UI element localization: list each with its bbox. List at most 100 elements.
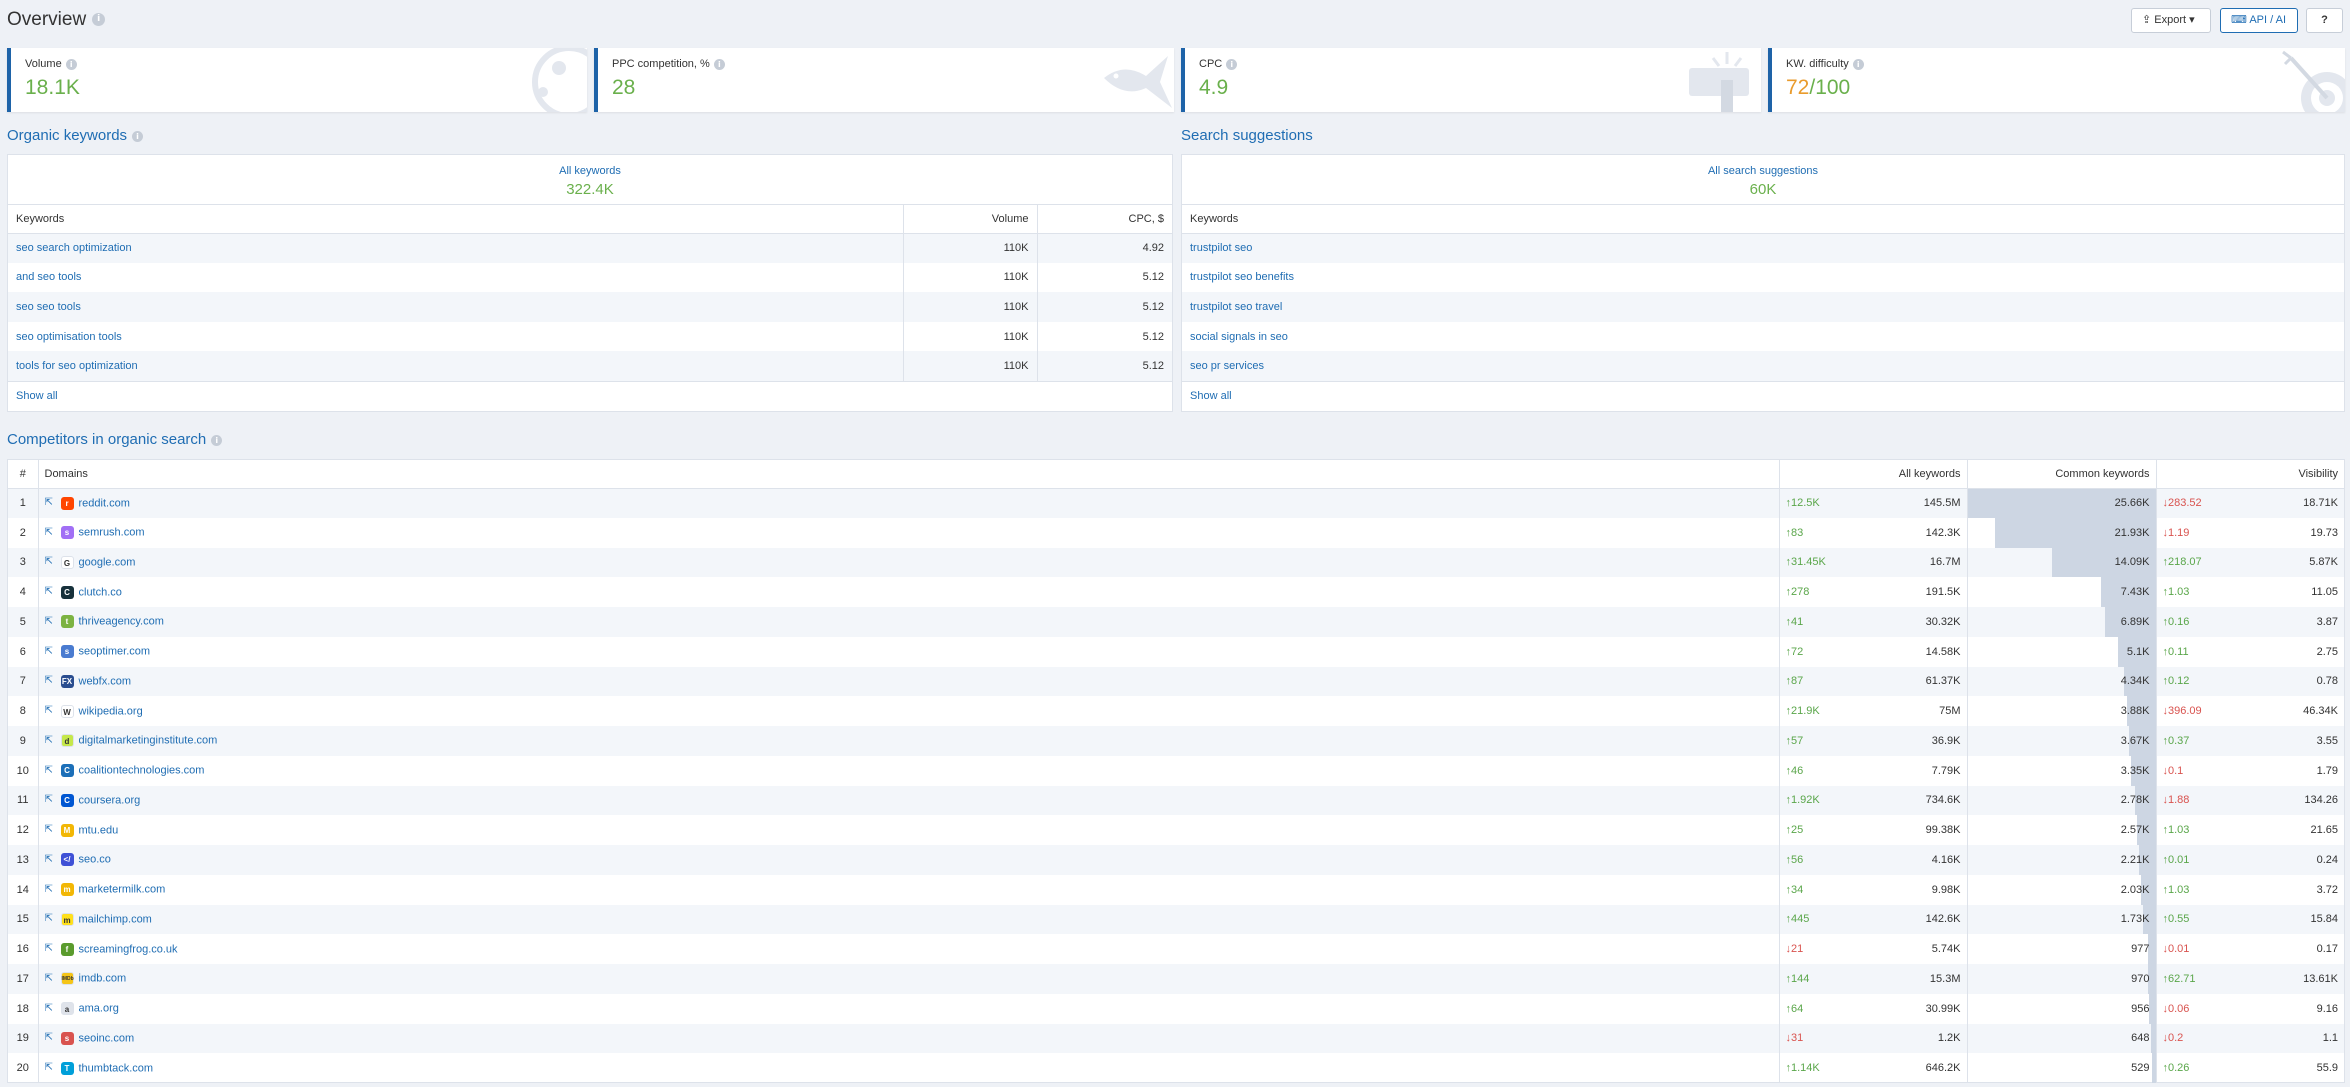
info-icon[interactable]: i	[65, 58, 77, 70]
suggestion-link[interactable]: trustpilot seo benefits	[1182, 263, 2344, 293]
domain-link[interactable]: webfx.com	[79, 675, 132, 687]
all-keywords-cell: 142.6K	[1849, 904, 1967, 935]
help-button[interactable]: ?	[2306, 8, 2343, 33]
table-row: seo optimisation tools 110K 5.12	[8, 321, 1172, 352]
domain-link[interactable]: clutch.co	[79, 586, 122, 598]
visibility-change: ↑1.03	[2155, 577, 2226, 607]
domain-link[interactable]: imdb.com	[79, 973, 127, 985]
all-keywords-link[interactable]: All keywords	[8, 165, 1172, 177]
external-link-icon[interactable]: ⇱	[45, 1063, 55, 1073]
suggestion-link[interactable]: social signals in seo	[1182, 322, 2344, 352]
external-link-icon[interactable]: ⇱	[45, 854, 55, 865]
all-keywords-cell: 15.3M	[1849, 964, 1967, 994]
favicon-icon: T	[60, 1061, 74, 1075]
external-link-icon[interactable]: ⇱	[45, 884, 55, 895]
domain-link[interactable]: coursera.org	[79, 794, 141, 806]
keywords-change-value: 12.5K	[1791, 497, 1820, 510]
domain-link[interactable]: google.com	[79, 556, 136, 568]
domain-link[interactable]: reddit.com	[79, 497, 130, 509]
all-suggestions-link[interactable]: All search suggestions	[1182, 165, 2344, 177]
keywords-change: ↑12.5K	[1778, 488, 1849, 518]
table-row: social signals in seo	[1182, 322, 2344, 352]
external-link-icon[interactable]: ⇱	[45, 1003, 55, 1014]
column-all-keywords[interactable]: All keywords	[1849, 460, 1967, 489]
external-link-icon[interactable]: ⇱	[45, 587, 55, 597]
suggestion-link[interactable]: trustpilot seo	[1182, 233, 2344, 263]
common-keywords-cell: 956	[1966, 993, 2156, 1024]
info-icon[interactable]: i	[211, 434, 223, 446]
organic-title-text: Organic keywords	[7, 127, 128, 144]
domain-link[interactable]: ama.org	[79, 1003, 119, 1015]
domain-link[interactable]: seoinc.com	[79, 1032, 135, 1044]
external-link-icon[interactable]: ⇱	[45, 646, 55, 657]
external-link-icon[interactable]: ⇱	[45, 914, 55, 924]
domain-link[interactable]: digitalmarketinginstitute.com	[79, 735, 218, 747]
domain-link[interactable]: coalitiontechnologies.com	[79, 765, 205, 777]
domain-link[interactable]: marketermilk.com	[79, 884, 166, 896]
table-row: 4 ⇱ Cclutch.co ↑278 191.5K 7.43K ↑1.03 11.05	[8, 577, 2344, 607]
domain-link[interactable]: thumbtack.com	[79, 1062, 154, 1074]
api-button[interactable]: ⌨ API / AI	[2220, 8, 2298, 33]
info-icon[interactable]: i	[92, 13, 106, 27]
domain-link[interactable]: semrush.com	[79, 527, 145, 539]
domain-link[interactable]: screamingfrog.co.uk	[79, 943, 178, 955]
column-keywords[interactable]: Keywords	[1182, 205, 2344, 234]
visibility-change-value: 1.88	[2168, 794, 2190, 807]
external-link-icon[interactable]: ⇱	[45, 557, 55, 567]
keyword-link[interactable]: seo seo tools	[8, 292, 903, 322]
keyword-link[interactable]: and seo tools	[8, 263, 903, 293]
column-cpc[interactable]: CPC, $	[1036, 205, 1172, 234]
external-link-icon[interactable]: ⇱	[45, 735, 55, 746]
external-link-icon[interactable]: ⇱	[45, 676, 55, 686]
domain-link[interactable]: mtu.edu	[79, 824, 119, 836]
external-link-icon[interactable]: ⇱	[45, 765, 55, 776]
export-button[interactable]: ⇪ Export ▾	[2131, 8, 2211, 33]
suggestion-link[interactable]: seo pr services	[1182, 351, 2344, 381]
visibility-change-value: 1.03	[2168, 824, 2190, 837]
common-keywords-value: 529	[2131, 1062, 2150, 1075]
show-all-link[interactable]: Show all	[1182, 380, 2344, 409]
keyword-link[interactable]: seo search optimization	[8, 233, 903, 263]
column-volume[interactable]: Volume	[902, 205, 1037, 234]
domain-link[interactable]: wikipedia.org	[79, 705, 143, 717]
column-keywords[interactable]: Keywords	[8, 205, 903, 234]
external-link-icon[interactable]: ⇱	[45, 944, 55, 954]
domain-link[interactable]: thriveagency.com	[79, 616, 164, 628]
info-icon[interactable]: i	[713, 58, 725, 70]
domain-link[interactable]: seoptimer.com	[79, 646, 151, 658]
table-row: 7 ⇱ FX webfx.com ↑87 61.37K 4.34K ↑0.12 0.78	[8, 666, 2344, 697]
common-keywords-value: 2.78K	[2120, 794, 2150, 807]
suggestion-link[interactable]: trustpilot seo travel	[1182, 292, 2344, 322]
info-icon[interactable]: i	[1852, 58, 1864, 70]
visibility-cell: 19.73	[2310, 526, 2338, 539]
external-link-icon[interactable]: ⇱	[45, 795, 55, 805]
visibility-cell: 46.34K	[2303, 705, 2338, 718]
domain-cell: ⇱ FX webfx.com	[38, 666, 1780, 697]
domain-link[interactable]: mailchimp.com	[79, 913, 152, 925]
keyword-link[interactable]: seo optimisation tools	[8, 322, 903, 352]
external-link-icon[interactable]: ⇱	[45, 973, 55, 984]
external-link-icon[interactable]: ⇱	[45, 1033, 55, 1043]
info-icon[interactable]: i	[1226, 58, 1238, 70]
row-index: 13	[8, 845, 39, 875]
row-index: 8	[8, 696, 39, 726]
column-common-keywords[interactable]: Common keywords	[1966, 460, 2156, 489]
visibility-change-value: 0.06	[2168, 1002, 2190, 1015]
row-index: 2	[8, 517, 39, 548]
external-link-icon[interactable]: ⇱	[45, 498, 55, 508]
favicon-icon: m	[60, 883, 74, 897]
keyword-link[interactable]: tools for seo optimization	[8, 351, 903, 381]
domain-link[interactable]: seo.co	[79, 854, 111, 866]
info-icon[interactable]: i	[132, 130, 144, 142]
row-index: 10	[8, 755, 39, 786]
table-row: and seo tools 110K 5.12	[8, 262, 1172, 293]
external-link-icon[interactable]: ⇱	[45, 616, 55, 627]
external-link-icon[interactable]: ⇱	[45, 706, 55, 716]
favicon-icon: G	[60, 555, 74, 569]
column-domains[interactable]: Domains	[38, 460, 1779, 489]
external-link-icon[interactable]: ⇱	[45, 527, 55, 538]
show-all-link[interactable]: Show all	[8, 380, 1172, 409]
domain-cell: ⇱ s seoinc.com	[38, 1023, 1780, 1054]
column-visibility[interactable]: Visibility	[2226, 460, 2344, 489]
external-link-icon[interactable]: ⇱	[45, 825, 55, 835]
